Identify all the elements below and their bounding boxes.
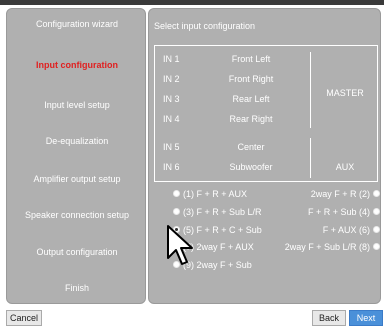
input-mapping-table: IN 1 Front Left IN 2 Front Right IN 3 Re… <box>154 45 378 182</box>
page-title: Select input configuration <box>154 21 256 31</box>
option-label: (1) F + R + AUX <box>183 189 248 199</box>
option-1[interactable]: (1) F + R + AUX <box>173 187 247 201</box>
input-row: IN 6 Subwoofer <box>155 157 305 177</box>
title-bar <box>0 0 384 5</box>
input-channel: Front Right <box>228 74 274 84</box>
sidebar-item-amplifier-output-setup[interactable]: Amplifier output setup <box>7 169 147 189</box>
next-button[interactable]: Next <box>349 310 383 326</box>
option-label: (3) F + R + Sub L/R <box>183 207 262 217</box>
option-label: F + AUX (6) <box>322 225 370 235</box>
radio-button[interactable] <box>373 190 380 198</box>
input-row: IN 4 Rear Right <box>155 109 305 129</box>
sidebar-item-speaker-connection-setup[interactable]: Speaker connection setup <box>7 205 147 225</box>
input-id: IN 4 <box>163 114 180 124</box>
radio-button[interactable] <box>373 243 380 251</box>
sidebar-item-finish[interactable]: Finish <box>7 278 147 298</box>
input-channel: Subwoofer <box>229 162 273 172</box>
option-4[interactable]: F + R + Sub (4) <box>308 205 380 219</box>
input-id: IN 1 <box>163 54 180 64</box>
sidebar-item-input-configuration[interactable]: Input configuration <box>7 55 147 75</box>
sidebar-item-output-configuration[interactable]: Output configuration <box>7 242 147 262</box>
option-label: F + R + Sub (4) <box>307 207 370 217</box>
wizard-sidebar: Configuration wizard Input configuration… <box>6 8 146 304</box>
input-row: IN 1 Front Left <box>155 49 305 69</box>
input-id: IN 5 <box>163 142 180 152</box>
input-channel: Front Left <box>231 54 271 64</box>
group-label-aux: AUX <box>335 162 355 172</box>
back-button[interactable]: Back <box>312 310 346 326</box>
input-id: IN 2 <box>163 74 180 84</box>
input-id: IN 3 <box>163 94 180 104</box>
input-row: IN 3 Rear Left <box>155 89 305 109</box>
sidebar-item-de-equalization[interactable]: De-equalization <box>7 131 147 151</box>
option-label: 2way F + R (2) <box>310 189 370 199</box>
radio-button[interactable] <box>373 208 380 216</box>
sidebar-item-input-level-setup[interactable]: Input level setup <box>7 95 147 115</box>
radio-button[interactable] <box>373 226 380 234</box>
cancel-button[interactable]: Cancel <box>6 310 42 326</box>
sidebar-item-configuration-wizard[interactable]: Configuration wizard <box>7 14 147 34</box>
option-6[interactable]: F + AUX (6) <box>323 223 380 237</box>
group-label-master: MASTER <box>326 88 364 98</box>
group-divider <box>310 138 311 178</box>
radio-button[interactable] <box>173 208 180 216</box>
option-label: 2way F + Sub L/R (8) <box>284 242 370 252</box>
mouse-cursor-icon <box>167 225 193 265</box>
input-row: IN 5 Center <box>155 137 305 157</box>
input-channel: Rear Right <box>229 114 273 124</box>
option-2[interactable]: 2way F + R (2) <box>311 187 380 201</box>
option-8[interactable]: 2way F + Sub L/R (8) <box>285 240 380 254</box>
input-channel: Rear Left <box>232 94 270 104</box>
option-3[interactable]: (3) F + R + Sub L/R <box>173 205 262 219</box>
input-id: IN 6 <box>163 162 180 172</box>
radio-button[interactable] <box>173 190 180 198</box>
input-row: IN 2 Front Right <box>155 69 305 89</box>
input-channel: Center <box>237 142 265 152</box>
